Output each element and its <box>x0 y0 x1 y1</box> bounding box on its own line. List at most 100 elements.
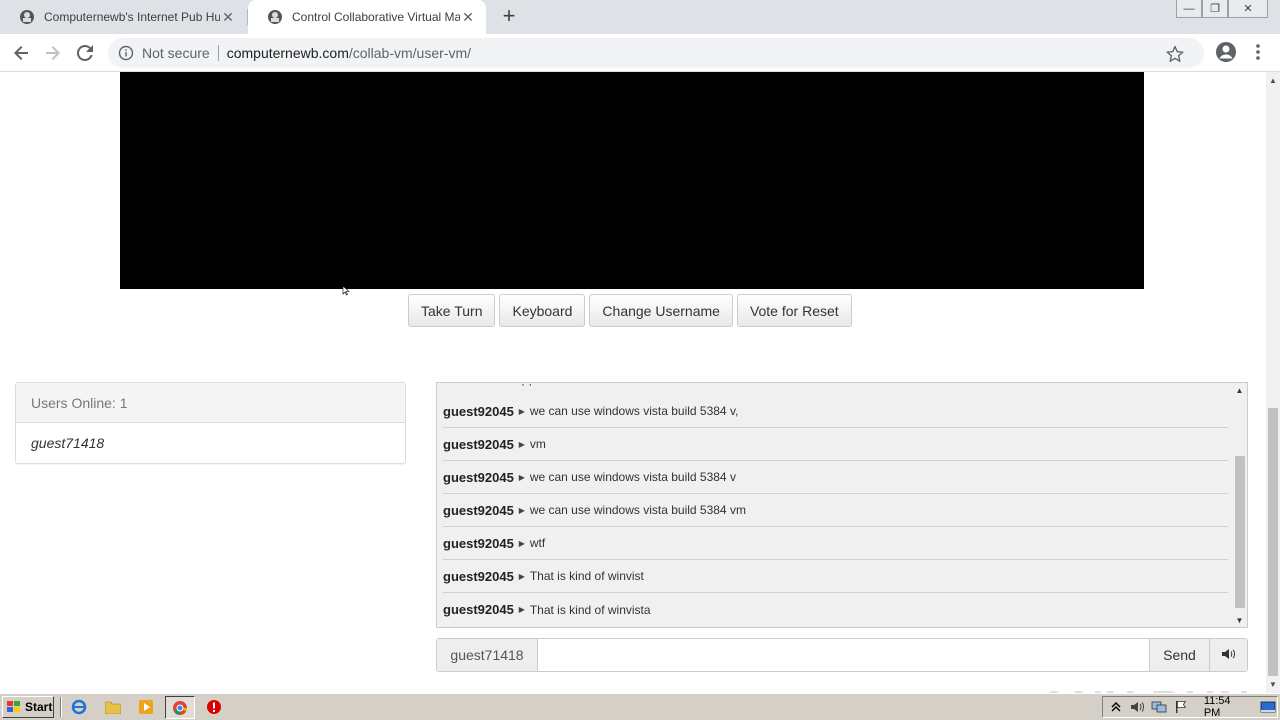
chat-text: vm <box>529 437 546 451</box>
chat-text: That is kind of winvist <box>529 569 644 583</box>
forward-icon[interactable] <box>40 40 66 66</box>
page-scroll-thumb[interactable] <box>1268 408 1278 676</box>
chat-arrow-icon: ▶ <box>518 605 525 614</box>
chat-text: we can use windows vista build 5384 v <box>529 470 736 484</box>
speaker-icon <box>1221 648 1236 663</box>
chat-username: guest92045 <box>443 403 514 419</box>
address-divider <box>217 45 219 61</box>
chat-message: guest92045 ▶ we can use windows vista bu… <box>443 494 1228 527</box>
page-scrollbar[interactable]: ▲ ▼ <box>1266 72 1280 693</box>
chat-scrollbar[interactable]: ▲ ▼ <box>1232 383 1247 627</box>
tray-expand-icon[interactable] <box>1107 699 1125 715</box>
url-path: /collab-vm/user-vm/ <box>348 45 472 61</box>
show-desktop-icon[interactable] <box>1259 699 1277 715</box>
url-host: computernewb.com <box>226 45 349 61</box>
chat-username: guest92045 <box>443 436 514 452</box>
start-button[interactable]: Start <box>2 696 54 718</box>
page-content: Take Turn Keyboard Change Username Vote … <box>0 72 1266 693</box>
back-icon[interactable] <box>8 40 34 66</box>
media-player-icon[interactable] <box>137 698 155 716</box>
chat-arrow-icon: ▶ <box>518 505 525 515</box>
keyboard-button[interactable]: Keyboard <box>499 294 586 327</box>
chat-arrow-icon: ▶ <box>518 472 525 482</box>
action-center-flag-icon[interactable] <box>1172 699 1190 715</box>
user-list-item[interactable]: guest71418 <box>16 423 405 463</box>
chat-message: guest92045 ▶ wtf <box>443 527 1228 560</box>
change-username-button[interactable]: Change Username <box>589 294 733 327</box>
users-online-heading: Users Online: 1 <box>16 383 405 423</box>
chat-username: guest92045 <box>443 469 514 485</box>
windows-logo-icon <box>6 700 22 714</box>
kebab-menu-icon[interactable] <box>1252 42 1264 62</box>
chat-clipped-text: · · <box>521 382 533 391</box>
tab-title: Computernewb's Internet Pub Hub <box>44 10 220 24</box>
mouse-cursor-icon <box>342 283 350 296</box>
send-button[interactable]: Send <box>1149 639 1209 671</box>
ie-icon[interactable] <box>70 698 88 716</box>
chat-message-input[interactable] <box>538 639 1149 671</box>
taskbar-separator <box>60 697 62 717</box>
chat-arrow-icon: ▶ <box>518 571 525 581</box>
chat-message: guest92045 ▶ That is kind of winvist <box>443 560 1228 593</box>
reload-icon[interactable] <box>72 40 98 66</box>
star-icon[interactable] <box>1166 45 1184 63</box>
info-icon[interactable] <box>118 45 134 61</box>
minimize-icon[interactable]: — <box>1176 0 1202 18</box>
taskbar: Start 11:54 PM <box>0 693 1280 720</box>
vm-display[interactable] <box>120 72 1144 289</box>
tab-title: Control Collaborative Virtual Machine <box>292 10 460 24</box>
site-favicon-icon <box>18 8 36 26</box>
window-controls: — ❐ ✕ <box>1176 0 1268 18</box>
chat-message: guest92045 ▶ That is kind of winvista <box>443 593 1228 626</box>
network-icon[interactable] <box>1150 699 1168 715</box>
chat-arrow-icon: ▶ <box>518 406 525 416</box>
chat-input-group: guest71418 Send <box>436 638 1248 672</box>
site-favicon-icon <box>266 8 284 26</box>
security-label: Not secure <box>142 45 210 61</box>
chat-log[interactable]: · · guest92045 ▶ we can use windows vist… <box>436 382 1248 628</box>
chat-arrow-icon: ▶ <box>518 439 525 449</box>
chat-message: guest92045 ▶ we can use windows vista bu… <box>443 461 1228 494</box>
users-online-panel: Users Online: 1 guest71418 <box>15 382 406 464</box>
volume-button[interactable] <box>1209 639 1247 671</box>
taskbar-clock[interactable]: 11:54 PM <box>1204 695 1250 719</box>
chat-username: guest92045 <box>443 535 514 551</box>
scroll-down-icon[interactable]: ▼ <box>1234 615 1245 625</box>
chat-text: we can use windows vista build 5384 vm <box>529 503 746 517</box>
chat-message: guest92045 ▶ we can use windows vista bu… <box>443 395 1228 428</box>
tab-strip: Computernewb's Internet Pub Hub ✕ Contro… <box>0 0 1280 34</box>
scroll-up-icon[interactable]: ▲ <box>1269 76 1277 85</box>
tab-collab-vm[interactable]: Control Collaborative Virtual Machine ✕ <box>248 0 486 34</box>
chat-username: guest92045 <box>443 568 514 584</box>
system-tray: 11:54 PM <box>1102 695 1278 719</box>
tab-internet-pub-hub[interactable]: Computernewb's Internet Pub Hub ✕ <box>0 0 246 34</box>
anyrun-watermark: ANY RUN <box>1038 682 1252 693</box>
restore-icon[interactable]: ❐ <box>1202 0 1228 18</box>
chat-scroll-thumb[interactable] <box>1235 456 1245 608</box>
close-icon[interactable]: ✕ <box>220 9 236 25</box>
profile-icon[interactable] <box>1214 40 1238 64</box>
chat-text: That is kind of winvista <box>529 602 651 617</box>
chat-message: guest92045 ▶ vm <box>443 428 1228 461</box>
chat-text: we can use windows vista build 5384 v, <box>529 404 739 418</box>
chat-username: guest92045 <box>443 502 514 518</box>
vm-controls: Take Turn Keyboard Change Username Vote … <box>408 294 852 327</box>
vote-reset-button[interactable]: Vote for Reset <box>736 294 852 327</box>
chat-username-label: guest71418 <box>437 639 538 671</box>
scroll-down-icon[interactable]: ▼ <box>1269 680 1277 689</box>
scroll-up-icon[interactable]: ▲ <box>1234 385 1245 395</box>
stop-icon[interactable] <box>205 698 223 716</box>
explorer-folder-icon[interactable] <box>104 698 122 716</box>
chat-arrow-icon: ▶ <box>518 538 525 548</box>
close-icon[interactable]: ✕ <box>460 9 476 25</box>
volume-icon[interactable] <box>1129 699 1147 715</box>
chat-text: wtf <box>529 536 546 550</box>
start-label: Start <box>25 700 53 714</box>
new-tab-button[interactable]: + <box>498 5 520 28</box>
take-turn-button[interactable]: Take Turn <box>408 294 496 327</box>
chrome-icon[interactable] <box>165 696 195 719</box>
chat-username: guest92045 <box>443 602 514 617</box>
chat-message-list: guest92045 ▶ we can use windows vista bu… <box>437 395 1233 626</box>
address-bar[interactable]: Not secure computernewb.com/collab-vm/us… <box>108 38 1204 68</box>
window-close-icon[interactable]: ✕ <box>1228 0 1268 18</box>
